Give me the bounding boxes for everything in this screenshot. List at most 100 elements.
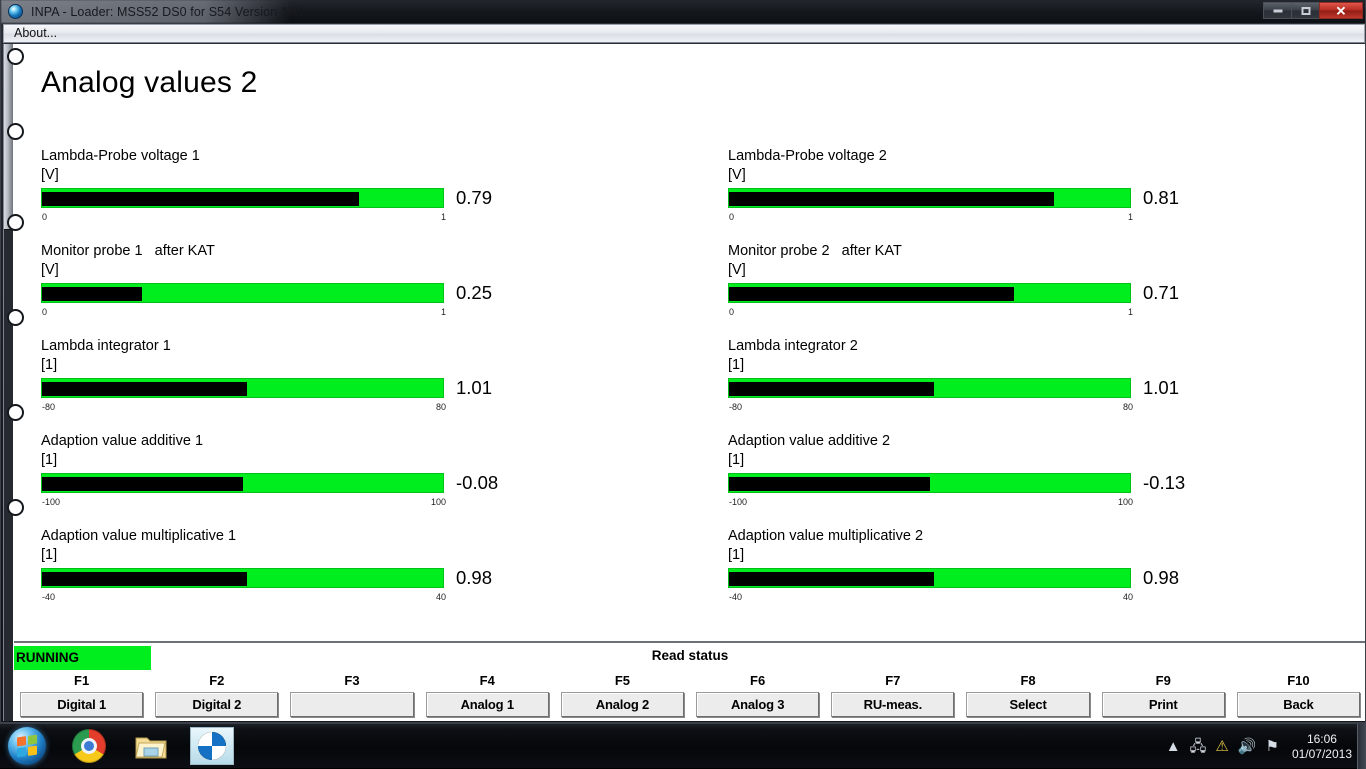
gauge-block: Adaption value multiplicative 1 [1] 0.98 -4… [41,527,511,604]
gauge-block: Monitor probe 2 after KAT [V] 0.71 0 1 [728,242,1198,319]
gauge-bar-fill [729,572,934,586]
gauge-scale: -80 80 [41,402,446,414]
gauge-unit: [V] [41,167,59,183]
show-hidden-icons-icon[interactable]: ▲ [1166,739,1181,754]
clock-date: 01/07/2013 [1291,746,1352,761]
gauge-value: 0.98 [456,567,493,588]
gauge-scale: -100 100 [728,497,1133,509]
gauge-label: Adaption value additive 1 [41,433,204,449]
bmw-inpa-icon[interactable] [190,727,234,765]
show-desktop-button[interactable] [1357,724,1366,769]
gauge-bar-fill [42,192,359,206]
function-key-cell: F10 Back [1231,673,1365,717]
volume-icon[interactable]: 🔊 [1238,739,1257,754]
gauge-value: 0.98 [1143,567,1180,588]
function-key-cell: F8 Select [960,673,1095,717]
gauge-value: 1.01 [456,377,493,398]
gauge-unit: [1] [41,357,58,373]
hole-punch-ring [7,214,24,231]
gauge-scale-max: 100 [430,497,446,507]
function-key-button-f8[interactable]: Select [966,692,1090,717]
maximize-button[interactable] [1291,2,1319,19]
window-titlebar[interactable]: INPA - Loader: MSS52 DS0 for S54 Version… [1,0,1365,23]
function-key-button-f7[interactable]: RU-meas. [831,692,955,717]
network-icon[interactable]: 🖧 [1190,739,1207,754]
windows-flag-icon [17,734,37,758]
menu-item-about[interactable]: About... [6,25,64,42]
gauge-bar-track [728,568,1131,588]
gauge-bar-fill [42,382,247,396]
action-center-warning-icon[interactable]: ⚠ [1215,739,1228,754]
clock-time: 16:06 [1306,731,1337,746]
hole-punch-ring [7,499,24,516]
gauge-bar-fill [42,477,243,491]
function-key-shortcut: F1 [74,673,90,688]
folder-icon[interactable] [134,729,168,763]
page-title: Analog values 2 [41,66,258,99]
gauge-scale-min: 0 [42,212,48,222]
gauge-bar-fill [42,287,142,301]
gauge-bar-track [41,473,444,493]
function-key-button-f6[interactable]: Analog 3 [696,692,820,717]
gauge-scale: 01 [728,307,1133,319]
gauge-scale-max: 80 [1122,402,1133,412]
function-key-button-f4[interactable]: Analog 1 [425,692,549,717]
windows-start-orb-icon[interactable] [8,727,46,765]
function-key-button-f3[interactable] [290,692,414,717]
gauge-unit: [1] [728,547,745,563]
gauge-label: Adaption value additive 2 [728,433,891,449]
gauge-unit: [1] [41,547,58,563]
gauge-value: -0.08 [456,472,499,493]
bmw-logo-icon [8,4,23,19]
gauge-scale-min: -100 [729,497,748,507]
gauge-scale-max: 1 [1127,307,1133,317]
function-key-shortcut: F4 [479,673,495,688]
gauge-scale-max: 100 [1117,497,1133,507]
gauge-bar-row: -0.08 [41,472,511,497]
gauge-scale-min: -40 [42,592,56,602]
gauge-bar-fill [42,572,247,586]
taskbar-clock[interactable]: 16:06 01/07/2013 [1292,732,1352,762]
gauge-value: 1.01 [1143,377,1180,398]
gauge-scale-max: 1 [1127,212,1133,222]
gauge-label: Adaption value multiplicative 2 [728,528,924,544]
function-key-button-f9[interactable]: Print [1101,692,1225,717]
gauge-block: Lambda integrator 1 [1] 1.01 -80 80 [41,337,511,414]
minimize-button[interactable] [1263,2,1291,19]
function-key-cell: F9 Print [1096,673,1231,717]
status-text-read-status: Read status [651,648,729,663]
function-key-bar: F1 Digital 1 F2 Digital 2 F3 F4 Analog 1 F5 Anal… [14,673,1365,717]
gauge-bar-row: 0.98 [728,567,1198,592]
function-key-button-f1[interactable]: Digital 1 [20,692,144,717]
gauge-unit: [1] [41,452,58,468]
chrome-icon[interactable] [72,729,106,763]
window-controls: ✕ [1263,2,1363,19]
gauge-scale-min: -80 [729,402,743,412]
gauge-bar-fill [729,287,1014,301]
gauge-block: Lambda-Probe voltage 2 [V] 0.81 0 1 [728,147,1198,224]
gauge-block: Lambda integrator 2 [1] 1.01 -80 80 [728,337,1198,414]
flag-alert-icon[interactable]: ⚑ [1265,739,1278,754]
gauge-label: Monitor probe 1 after KAT [41,243,215,259]
gauge-scale: -100 100 [41,497,446,509]
gauge-bar-row: -0.13 [728,472,1198,497]
function-key-shortcut: F10 [1287,673,1310,688]
function-key-shortcut: F7 [885,673,901,688]
gauge-unit: [1] [728,452,745,468]
gauge-unit: [V] [728,167,746,183]
vertical-scrollbar[interactable] [4,44,13,721]
gauge-bar-row: 0.81 [728,187,1198,212]
function-key-shortcut: F3 [344,673,360,688]
gauge-label: Lambda integrator 1 [41,338,171,354]
function-key-button-f2[interactable]: Digital 2 [155,692,279,717]
gauge-value: 0.81 [1143,187,1180,208]
function-key-button-f10[interactable]: Back [1236,692,1361,717]
function-key-button-f5[interactable]: Analog 2 [560,692,685,717]
gauge-value: 0.79 [456,187,493,208]
gauge-value: 0.71 [1143,282,1180,303]
gauge-scale-max: 80 [435,402,446,412]
function-key-cell: F4 Analog 1 [420,673,555,717]
gauge-scale-min: -100 [42,497,61,507]
close-button[interactable]: ✕ [1319,2,1363,19]
gauge-scale: 01 [728,212,1133,224]
